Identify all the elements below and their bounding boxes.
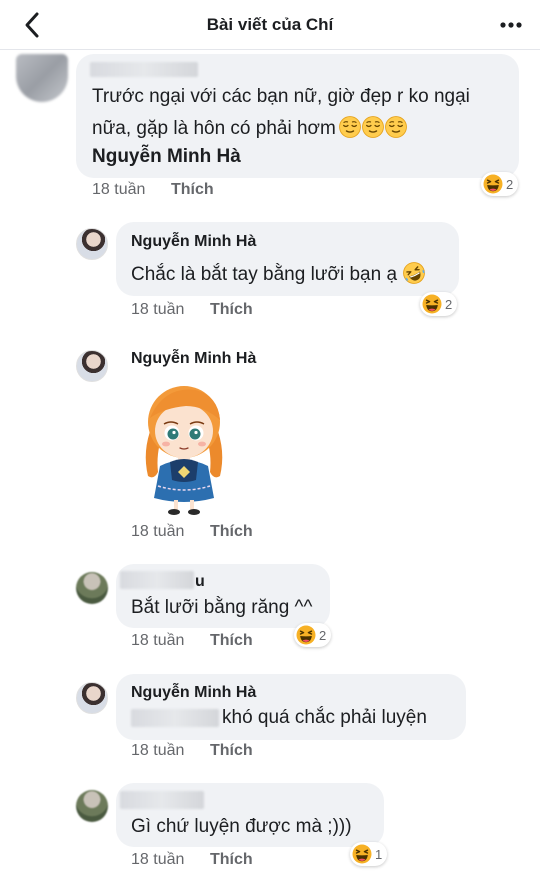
relieved-face-emoji (362, 116, 384, 138)
reaction-count: 2 (445, 296, 453, 312)
comment-time: 18 tuần (131, 632, 185, 649)
comment-text-line: Chắc là bắt tay bằng lưỡi bạn ạ (131, 264, 398, 285)
blurred-author-name (120, 571, 194, 589)
like-button[interactable]: Thích (171, 181, 214, 199)
comment-time: 18 tuần (92, 181, 146, 198)
rofl-emoji (403, 262, 425, 284)
comment-author-suffix[interactable]: u (195, 573, 205, 591)
avatar[interactable] (76, 682, 108, 714)
avatar-blurred[interactable] (16, 54, 68, 102)
blurred-author-name (90, 62, 198, 77)
mention-link[interactable]: Nguyễn Minh Hà (92, 146, 241, 168)
reaction-badge[interactable]: 1 (350, 842, 388, 866)
comment-text: nữa, gặp là hôn có phải hơm (92, 116, 407, 140)
relieved-face-emoji (339, 116, 361, 138)
top-navigation-bar: Bài viết của Chí (0, 0, 540, 50)
comment-author[interactable]: Nguyễn Minh Hà (131, 350, 256, 368)
blurred-mention (131, 709, 219, 727)
comment-time: 18 tuần (131, 742, 185, 759)
comment-author[interactable]: Nguyễn Minh Hà (131, 233, 256, 251)
haha-reaction-icon (483, 174, 503, 194)
haha-reaction-icon (352, 844, 372, 864)
more-options-button[interactable] (498, 14, 524, 36)
comment-time: 18 tuần (131, 301, 185, 318)
anna-sticker[interactable] (134, 376, 234, 516)
avatar-blurred[interactable] (76, 572, 108, 604)
comment-text: Trước ngại với các bạn nữ, giờ đẹp r ko … (92, 86, 470, 107)
reaction-count: 2 (319, 627, 327, 643)
comment-author[interactable]: Nguyễn Minh Hà (131, 684, 256, 702)
reaction-badge[interactable]: 2 (294, 623, 332, 647)
reaction-badge[interactable]: 2 (420, 292, 458, 316)
more-horizontal-icon (500, 22, 522, 28)
comment-text: khó quá chắc phải luyện (222, 707, 427, 728)
like-button[interactable]: Thích (210, 742, 253, 760)
reaction-badge[interactable]: 2 (481, 172, 519, 196)
like-button[interactable]: Thích (210, 851, 253, 869)
avatar-blurred[interactable] (76, 790, 108, 822)
like-button[interactable]: Thích (210, 632, 253, 650)
like-button[interactable]: Thích (210, 301, 253, 319)
comment-text: Chắc là bắt tay bằng lưỡi bạn ạ (131, 262, 425, 286)
relieved-face-emoji (385, 116, 407, 138)
comment-time: 18 tuần (131, 523, 185, 540)
blurred-author-name (120, 791, 204, 809)
avatar[interactable] (76, 350, 108, 382)
like-button[interactable]: Thích (210, 523, 253, 541)
comment-time: 18 tuần (131, 851, 185, 868)
comment-text: Gì chứ luyện được mà ;))) (131, 816, 352, 837)
page-title: Bài viết của Chí (206, 15, 334, 34)
haha-reaction-icon (296, 625, 316, 645)
comment-text: Bắt lưỡi bằng răng ^^ (131, 597, 313, 618)
reaction-count: 2 (506, 176, 514, 192)
avatar[interactable] (76, 228, 108, 260)
haha-reaction-icon (422, 294, 442, 314)
comment-text-line: nữa, gặp là hôn có phải hơm (92, 118, 336, 139)
reaction-count: 1 (375, 846, 383, 862)
